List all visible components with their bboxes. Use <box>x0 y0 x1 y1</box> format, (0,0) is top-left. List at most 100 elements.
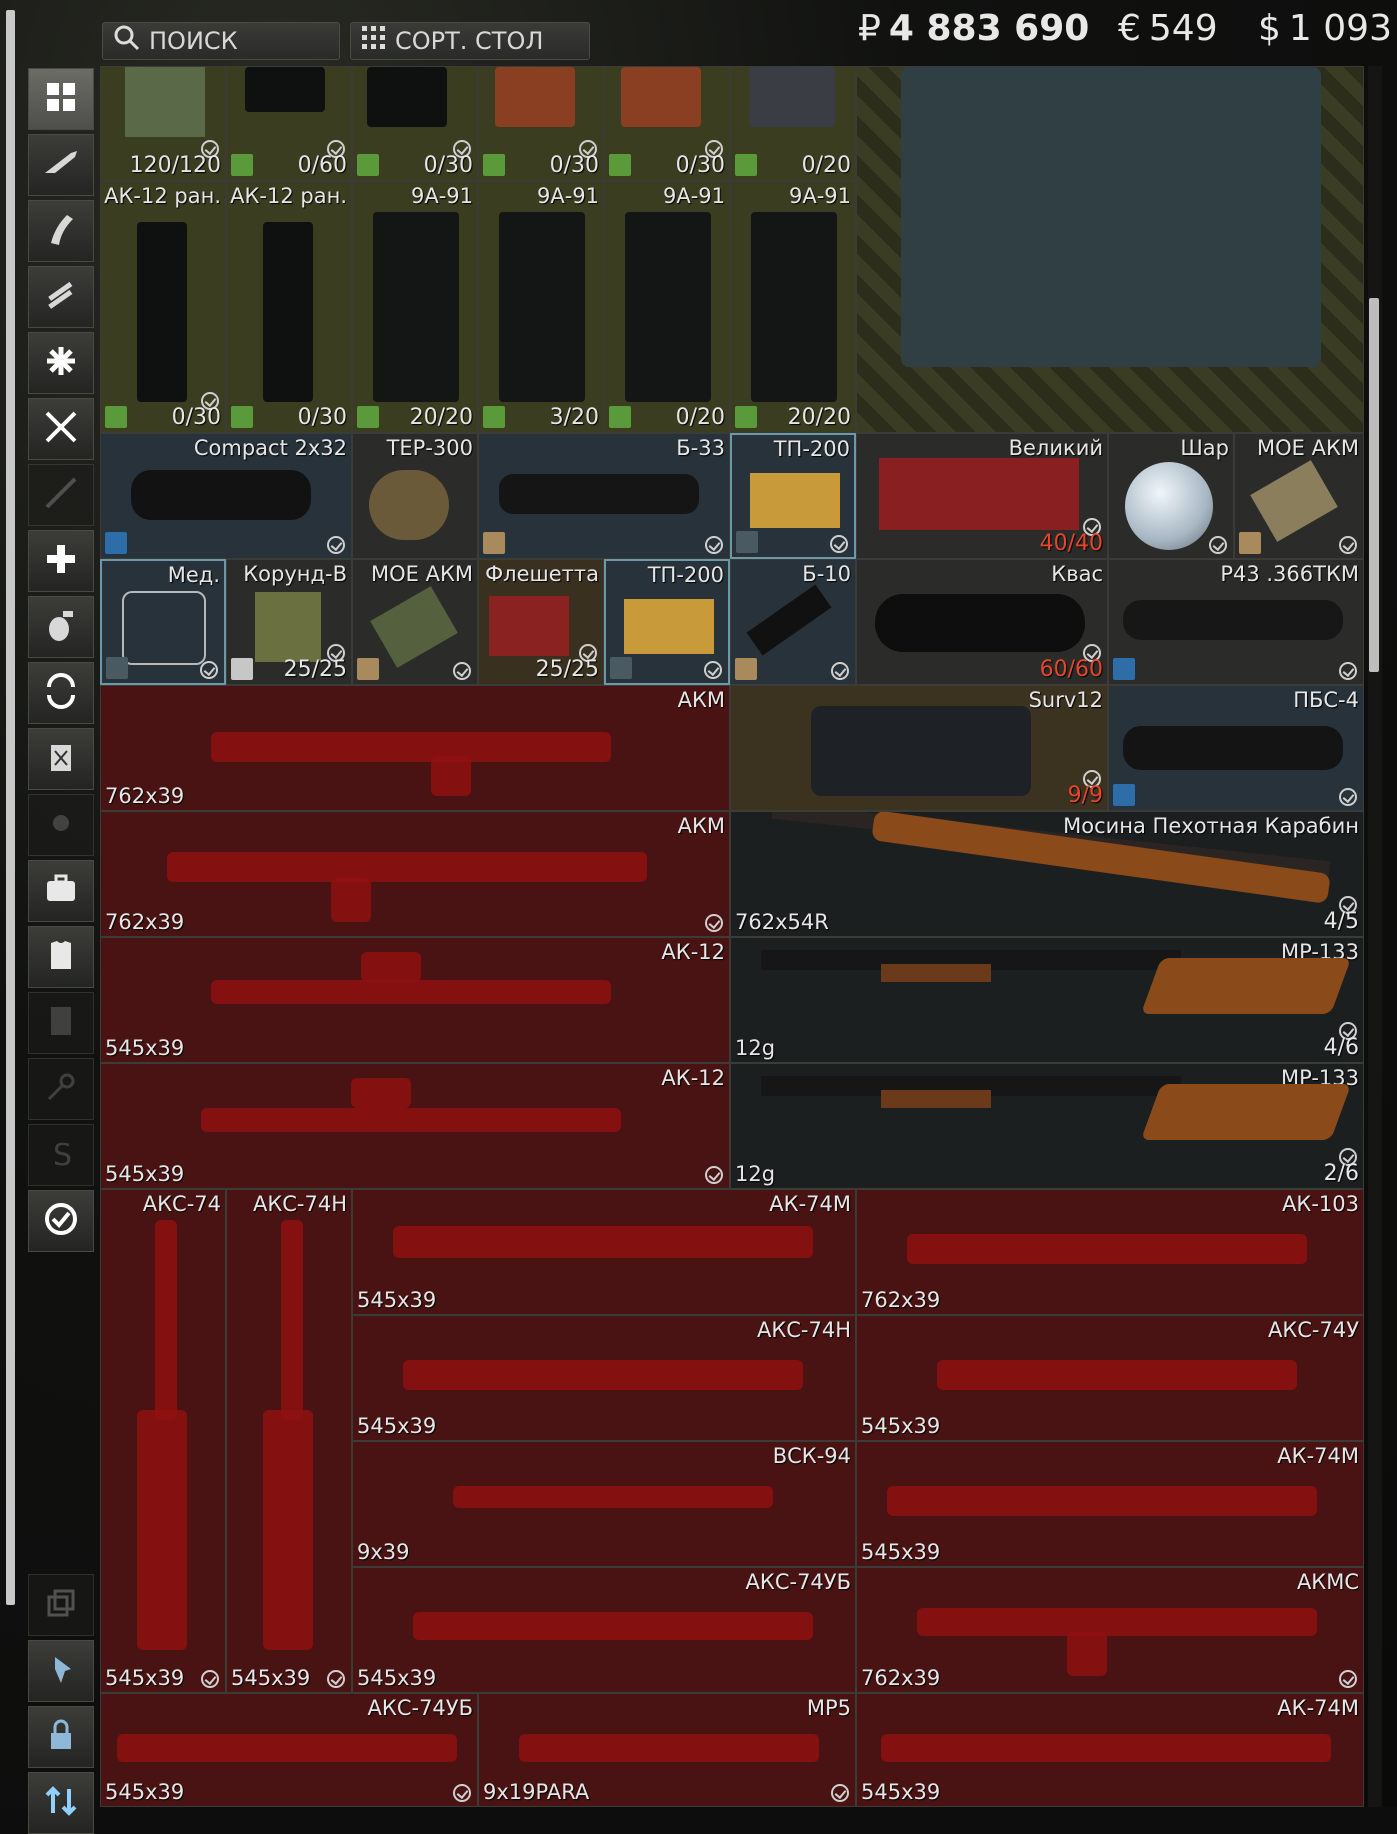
filter-armor[interactable] <box>28 926 94 988</box>
scrollbar-thumb[interactable] <box>1369 298 1379 672</box>
grid-item[interactable]: 0/30 <box>604 66 730 181</box>
filter-medical[interactable] <box>28 530 94 592</box>
grid-item[interactable]: Б-10 <box>730 559 856 685</box>
grid-item[interactable]: 9А-91 0/20 <box>604 181 730 433</box>
item-count: 120/120 <box>129 153 221 178</box>
filter-barter[interactable] <box>28 662 94 724</box>
grid-item[interactable]: ПБС-4 <box>1108 685 1364 811</box>
filter-markers[interactable] <box>28 794 94 856</box>
grid-item[interactable]: 0/30 <box>352 66 478 181</box>
item-label: Мосина Пехотная Карабин <box>1063 814 1359 838</box>
grid-item[interactable]: 120/120 <box>100 66 226 181</box>
grid-item[interactable]: АКМС 762x39 <box>856 1567 1364 1693</box>
grid-item[interactable]: Корунд-В 25/25 <box>226 559 352 685</box>
item-label: МОЕ АКМ <box>371 562 473 586</box>
ammo-type: 545x39 <box>105 1036 185 1060</box>
grid-item[interactable]: ТП-200 <box>730 433 856 559</box>
grid-item[interactable]: Шар <box>1108 433 1234 559</box>
grid-item[interactable]: АКС-74Н 545x39 <box>352 1315 856 1441</box>
filter-barrels[interactable] <box>28 464 94 526</box>
grid-item[interactable]: МОЕ АКМ <box>352 559 478 685</box>
grid-item[interactable]: 0/30 <box>478 66 604 181</box>
filter-keys[interactable] <box>28 1058 94 1120</box>
sort-button[interactable] <box>28 1772 94 1834</box>
grid-item[interactable]: ТЕР-300 <box>352 433 478 559</box>
found-in-raid-icon <box>327 536 345 554</box>
grid-item[interactable]: АК-12 ран. 0/30 <box>226 181 352 433</box>
grid-item[interactable]: ТП-200 <box>604 559 730 685</box>
grid-item[interactable]: АКС-74УБ 545x39 <box>100 1693 478 1807</box>
filter-melee[interactable] <box>28 398 94 460</box>
grid-item[interactable]: АКМ 762x39 <box>100 811 730 937</box>
grid-item[interactable]: АК-12 545x39 <box>100 937 730 1063</box>
filter-found-in-raid[interactable] <box>28 1190 94 1252</box>
filter-grenades[interactable] <box>28 596 94 658</box>
item-count: 0/30 <box>297 405 347 430</box>
grid-item[interactable]: АКМ 762x39 <box>100 685 730 811</box>
grid-item[interactable]: АКС-74 545x39 <box>100 1189 226 1693</box>
filter-mods[interactable] <box>28 332 94 394</box>
item-label: Квас <box>1051 562 1103 586</box>
item-label: Шар <box>1180 436 1229 460</box>
found-in-raid-icon <box>705 914 723 932</box>
grid-item[interactable]: АК-74М 545x39 <box>856 1693 1364 1807</box>
grid-item[interactable]: АК-12 545x39 <box>100 1063 730 1189</box>
briefcase-icon <box>41 869 81 913</box>
ammo-case[interactable] <box>856 66 1364 433</box>
grid-item[interactable]: Квас 60/60 <box>856 559 1108 685</box>
filter-special[interactable]: S <box>28 1124 94 1186</box>
filter-info[interactable] <box>28 992 94 1054</box>
grid-item[interactable]: МОЕ АКМ <box>1234 433 1364 559</box>
grid-item[interactable]: 9А-91 20/20 <box>730 181 856 433</box>
grid-item[interactable]: АК-74М 545x39 <box>352 1189 856 1315</box>
grid-item[interactable]: АК-74М 545x39 <box>856 1441 1364 1567</box>
grid-item[interactable]: Мед. <box>100 559 226 685</box>
grid-item[interactable]: Surv12 9/9 <box>730 685 1108 811</box>
grid-item[interactable]: ВСК-94 9x39 <box>352 1441 856 1567</box>
grid-item[interactable]: АК-12 ран. 0/30 <box>100 181 226 433</box>
grid-item[interactable]: Compact 2x32 <box>100 433 352 559</box>
search-button[interactable]: ПОИСК <box>102 22 340 60</box>
magazine-tag-icon <box>609 406 631 428</box>
item-label: АКМ <box>677 688 725 712</box>
item-count: 0/30 <box>423 153 473 178</box>
grid-item[interactable]: Р43 .366ТКМ <box>1108 559 1364 685</box>
grid-item[interactable]: Б-33 <box>478 433 730 559</box>
lock-button[interactable] <box>28 1706 94 1768</box>
grid-item[interactable]: Великий 40/40 <box>856 433 1108 559</box>
grid-item[interactable]: 0/20 <box>730 66 856 181</box>
grid-item[interactable]: 9А-91 20/20 <box>352 181 478 433</box>
grid-item[interactable]: MP5 9x19PARA <box>478 1693 856 1807</box>
item-count: 4/6 <box>1323 1035 1359 1060</box>
filter-containers[interactable] <box>28 860 94 922</box>
grid-item[interactable]: MP-133 12g 2/6 <box>730 1063 1364 1189</box>
notes-icon <box>41 1001 81 1045</box>
item-count: 0/30 <box>675 153 725 178</box>
grid-item[interactable]: АК-103 762x39 <box>856 1189 1364 1315</box>
grid-item[interactable]: АКС-74У 545x39 <box>856 1315 1364 1441</box>
search-icon <box>113 24 141 58</box>
knife-icon <box>41 407 81 451</box>
muzzle-tag-icon <box>1113 658 1135 680</box>
grid-item[interactable]: 9А-91 3/20 <box>478 181 604 433</box>
copy-icon <box>41 1583 81 1627</box>
grid-item[interactable]: АКС-74Н 545x39 <box>226 1189 352 1693</box>
grid-item[interactable]: АКС-74УБ 545x39 <box>352 1567 856 1693</box>
found-in-raid-icon <box>830 535 848 553</box>
grid-icon <box>41 77 81 121</box>
magazine-tag-icon <box>483 154 505 176</box>
dollars-balance: $ 1 093 <box>1258 8 1392 49</box>
filter-all[interactable] <box>28 68 94 130</box>
filter-weapons[interactable] <box>28 134 94 196</box>
grid-item[interactable]: Флешетта 25/25 <box>478 559 604 685</box>
grid-item[interactable]: Мосина Пехотная Карабин 762x54R 4/5 <box>730 811 1364 937</box>
sort-table-button[interactable]: СОРТ. СТОЛ <box>350 22 590 60</box>
item-label: АКС-74Н <box>756 1318 851 1342</box>
grid-item[interactable]: MP-133 12g 4/6 <box>730 937 1364 1063</box>
pin-button[interactable] <box>28 1640 94 1702</box>
filter-magazines[interactable] <box>28 200 94 262</box>
grid-item[interactable]: 0/60 <box>226 66 352 181</box>
filter-rigs[interactable] <box>28 728 94 790</box>
filter-ammo[interactable] <box>28 266 94 328</box>
copy-button[interactable] <box>28 1574 94 1636</box>
